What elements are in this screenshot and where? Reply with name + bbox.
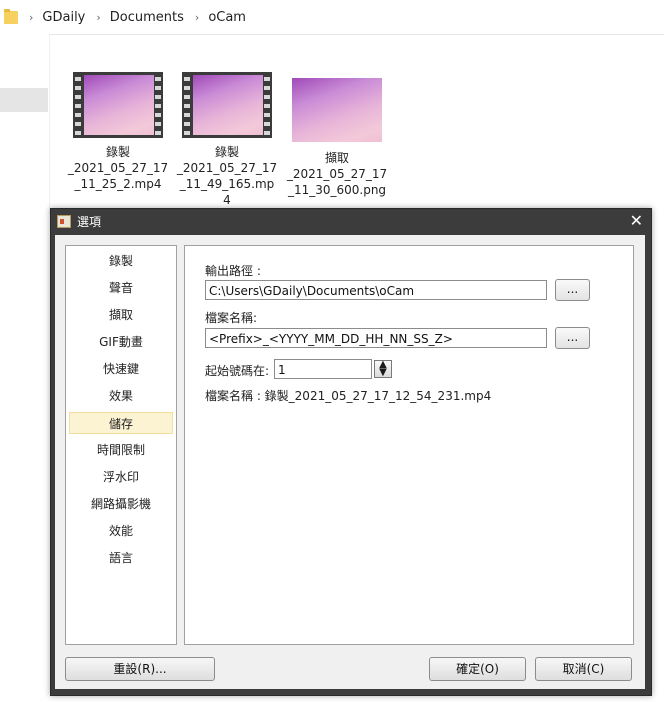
category-time-limit[interactable]: 時間限制 (69, 439, 173, 461)
dialog-body: 錄製 聲音 擷取 GIF動畫 快速鍵 效果 儲存 時間限制 浮水印 網路攝影機 … (55, 235, 645, 689)
breadcrumb-item-ocam[interactable]: oCam (208, 10, 246, 25)
navigation-selected-item[interactable] (0, 88, 48, 112)
file-name: 錄製 _2021_05_27_17 _11_25_2.mp4 (67, 145, 169, 191)
category-hotkeys[interactable]: 快速鍵 (69, 358, 173, 380)
file-name: 擷取 _2021_05_27_17 _11_30_600.png (286, 151, 388, 197)
category-capture[interactable]: 擷取 (69, 304, 173, 326)
address-bar: › GDaily › Documents › oCam (0, 0, 664, 35)
output-path-field[interactable]: C:\Users\GDaily\Documents\oCam (205, 280, 547, 300)
dialog-titlebar[interactable]: 選項 ✕ (51, 209, 651, 233)
film-icon (182, 72, 272, 138)
category-record[interactable]: 錄製 (69, 250, 173, 272)
start-number-label: 起始號碼在: (205, 364, 270, 378)
save-settings-panel: 輸出路徑 : C:\Users\GDaily\Documents\oCam ..… (184, 245, 634, 645)
category-save[interactable]: 儲存 (69, 412, 173, 434)
folder-icon (4, 8, 18, 24)
navigation-pane (0, 34, 50, 214)
file-name: 錄製 _2021_05_27_17 _11_49_165.mp 4 (176, 145, 278, 207)
category-webcam[interactable]: 網路攝影機 (69, 493, 173, 515)
category-language[interactable]: 語言 (69, 547, 173, 569)
cancel-button[interactable]: 取消(C) (535, 657, 632, 681)
reset-button[interactable]: 重設(R)... (65, 657, 215, 681)
file-name-preview: 檔案名稱 : 錄製_2021_05_27_17_12_54_231.mp4 (205, 389, 492, 403)
output-path-label: 輸出路徑 : (205, 264, 261, 278)
browse-output-path-button[interactable]: ... (555, 279, 590, 301)
browse-file-name-button[interactable]: ... (555, 327, 590, 349)
video-thumbnail (84, 75, 154, 135)
file-name-field[interactable]: <Prefix>_<YYYY_MM_DD_HH_NN_SS_Z> (205, 328, 547, 348)
file-item[interactable]: 錄製 _2021_05_27_17 _11_49_165.mp 4 (172, 72, 282, 208)
breadcrumb-item-documents[interactable]: Documents (110, 10, 184, 25)
chevron-right-icon: › (96, 10, 101, 24)
category-watermark[interactable]: 浮水印 (69, 466, 173, 488)
category-gif[interactable]: GIF動畫 (69, 331, 173, 353)
file-item[interactable]: 錄製 _2021_05_27_17 _11_25_2.mp4 (63, 72, 173, 192)
chevron-right-icon: › (29, 10, 34, 24)
ok-button[interactable]: 確定(O) (429, 657, 526, 681)
file-item[interactable]: 擷取 _2021_05_27_17 _11_30_600.png (282, 72, 392, 198)
start-number-field[interactable]: 1 (274, 359, 372, 379)
image-thumbnail (292, 78, 382, 142)
chevron-right-icon: › (194, 10, 200, 24)
dialog-title: 選項 (77, 214, 102, 229)
category-list: 錄製 聲音 擷取 GIF動畫 快速鍵 效果 儲存 時間限制 浮水印 網路攝影機 … (65, 245, 177, 645)
film-icon (73, 72, 163, 138)
breadcrumb-item-gdaily[interactable]: GDaily (42, 10, 85, 25)
spinner-icon[interactable]: ▲ ▼ (374, 360, 392, 378)
category-sound[interactable]: 聲音 (69, 277, 173, 299)
category-effects[interactable]: 效果 (69, 385, 173, 407)
close-icon[interactable]: ✕ (630, 211, 643, 230)
options-dialog: 選項 ✕ 錄製 聲音 擷取 GIF動畫 快速鍵 效果 儲存 時間限制 浮水印 網… (50, 208, 652, 696)
file-name-label: 檔案名稱: (205, 311, 258, 325)
video-thumbnail (193, 75, 263, 135)
category-performance[interactable]: 效能 (69, 520, 173, 542)
app-icon (57, 214, 71, 228)
